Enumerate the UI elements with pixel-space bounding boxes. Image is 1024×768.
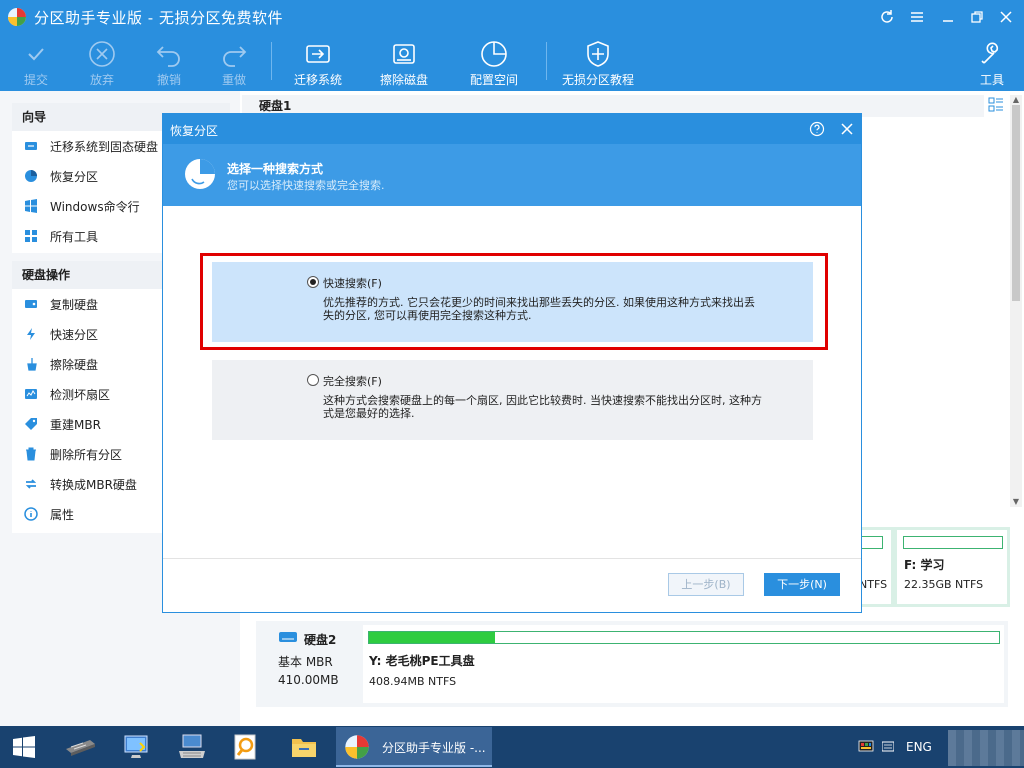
chip-icon: [66, 740, 95, 756]
toolbar: 提交 放弃 撤销 重做 迁移系统 擦除磁盘 配置空间 无损分区教程 工具: [0, 34, 1024, 91]
partition-card-y[interactable]: Y: 老毛桃PE工具盘 408.94MB NTFS: [363, 625, 1004, 703]
partition-usage-bar: [368, 631, 1000, 644]
restore-icon[interactable]: [966, 6, 988, 28]
tutorial-button[interactable]: 无损分区教程: [558, 34, 638, 91]
dialog-title: 恢复分区: [170, 124, 219, 138]
partition-usage-fill: [369, 632, 495, 643]
next-button[interactable]: 下一步(N): [764, 573, 840, 596]
menu-icon[interactable]: [906, 6, 928, 28]
lightning-icon: [27, 328, 35, 340]
redo-button[interactable]: 重做: [212, 34, 256, 91]
convert-icon: [25, 479, 37, 489]
disk-icon: [279, 632, 297, 642]
dialog-header-title: 选择一种搜索方式: [227, 162, 324, 176]
partition-info: 408.94MB NTFS: [369, 675, 457, 688]
search-tool-icon: [234, 734, 256, 760]
view-layout-icon[interactable]: [988, 97, 1004, 113]
scroll-up-icon[interactable]: ▲: [1010, 95, 1022, 105]
full-search-option[interactable]: 完全搜索(F) 这种方式会搜索硬盘上的每一个扇区, 因此它比较费时. 当快速搜索…: [212, 360, 813, 440]
title-bar: 分区助手专业版 - 无损分区免费软件: [0, 0, 1024, 34]
disk2-type: 基本 MBR: [278, 655, 333, 669]
check-icon: [28, 48, 44, 61]
recover-partition-icon: [25, 170, 37, 182]
dialog-header: 选择一种搜索方式 您可以选择快速搜索或完全搜索.: [163, 144, 861, 206]
taskbar-app-chip[interactable]: [58, 730, 102, 764]
dialog-header-subtitle: 您可以选择快速搜索或完全搜索.: [227, 179, 385, 192]
all-tools-icon: [25, 230, 37, 242]
taskbar-app-search[interactable]: [224, 730, 268, 764]
prev-button[interactable]: 上一步(B): [668, 573, 744, 596]
tools-icon: [981, 42, 999, 64]
allocate-space-button[interactable]: 配置空间: [464, 34, 524, 91]
wipe-disk-icon: [393, 44, 415, 64]
partition-card-f[interactable]: F: 学习 22.35GB NTFS: [894, 527, 1010, 607]
taskbar: 分区助手专业版 -... ENG: [0, 726, 1024, 768]
check-sector-icon: [25, 389, 37, 399]
full-search-description: 这种方式会搜索硬盘上的每一个扇区, 因此它比较费时. 当快速搜索不能找出分区时,…: [323, 394, 762, 420]
allocate-space-icon: [481, 41, 507, 67]
partition-name: Y: 老毛桃PE工具盘: [369, 654, 475, 668]
partition-info: NTFS: [859, 578, 888, 591]
taskbar-app-keyboard[interactable]: [170, 730, 214, 764]
main-scrollbar[interactable]: ▲ ▼: [1010, 95, 1022, 507]
disk2-size: 410.00MB: [278, 673, 339, 687]
submit-button[interactable]: 提交: [14, 34, 58, 91]
computer-icon: [124, 735, 148, 758]
help-icon[interactable]: [809, 121, 825, 137]
partition-info: 22.35GB NTFS: [904, 578, 984, 591]
shield-icon: [587, 41, 609, 67]
full-search-label: 完全搜索(F): [323, 375, 382, 388]
disk2-row[interactable]: 硬盘2 基本 MBR 410.00MB Y: 老毛桃PE工具盘 408.94MB…: [256, 621, 1008, 707]
keyboard-icon: [179, 734, 205, 758]
cancel-icon: [89, 41, 115, 67]
dialog-titlebar: 恢复分区: [163, 114, 861, 144]
toolbar-divider: [271, 42, 272, 80]
dialog-divider: [163, 558, 861, 559]
tools-button[interactable]: 工具: [970, 34, 1014, 91]
start-icon: [13, 736, 35, 758]
windows-icon: [25, 199, 37, 213]
app-logo-icon: [8, 8, 26, 26]
tray-keyboard-icon[interactable]: [882, 740, 894, 754]
info-icon: [24, 507, 38, 521]
window-title: 分区助手专业版 - 无损分区免费软件: [34, 9, 283, 27]
folder-icon: [292, 739, 316, 757]
undo-icon: [156, 46, 180, 67]
start-button[interactable]: [2, 730, 46, 764]
taskbar-app-folder[interactable]: [282, 730, 326, 764]
undo-button[interactable]: 撤销: [147, 34, 191, 91]
tag-icon: [25, 418, 37, 430]
search-partition-icon: [185, 159, 215, 189]
tray-display-icon[interactable]: [858, 740, 874, 754]
trash-icon: [26, 447, 36, 461]
scroll-thumb[interactable]: [1012, 105, 1020, 301]
refresh-icon[interactable]: [876, 6, 898, 28]
redo-icon: [223, 46, 247, 67]
tray-language[interactable]: ENG: [906, 740, 932, 754]
minimize-icon[interactable]: [937, 6, 959, 28]
disk2-name: 硬盘2: [304, 633, 337, 647]
taskbar-app-computer[interactable]: [114, 730, 158, 764]
migrate-system-button[interactable]: 迁移系统: [288, 34, 348, 91]
partition-usage-bar: [861, 536, 883, 549]
partition-usage-bar: [903, 536, 1003, 549]
highlight-box: [200, 253, 828, 350]
copy-disk-icon: [25, 300, 37, 308]
scroll-down-icon[interactable]: ▼: [1010, 497, 1022, 507]
toolbar-divider: [546, 42, 547, 80]
app-logo-icon: [345, 735, 369, 759]
migrate-ssd-icon: [25, 142, 37, 150]
migrate-icon: [306, 45, 330, 63]
recover-partition-dialog: 恢复分区 选择一种搜索方式 您可以选择快速搜索或完全搜索. 快速搜索(F) 优先…: [162, 113, 862, 613]
discard-button[interactable]: 放弃: [80, 34, 124, 91]
close-icon[interactable]: [995, 6, 1017, 28]
tray-clock-blurred[interactable]: [948, 730, 1024, 766]
full-search-radio[interactable]: [307, 374, 319, 386]
taskbar-active-app[interactable]: 分区助手专业版 -...: [336, 727, 492, 767]
broom-icon: [27, 358, 37, 371]
partition-name: F: 学习: [904, 558, 945, 572]
wipe-disk-button[interactable]: 擦除磁盘: [374, 34, 434, 91]
taskbar-app-label: 分区助手专业版 -...: [382, 741, 486, 755]
dialog-close-icon[interactable]: [839, 121, 855, 137]
